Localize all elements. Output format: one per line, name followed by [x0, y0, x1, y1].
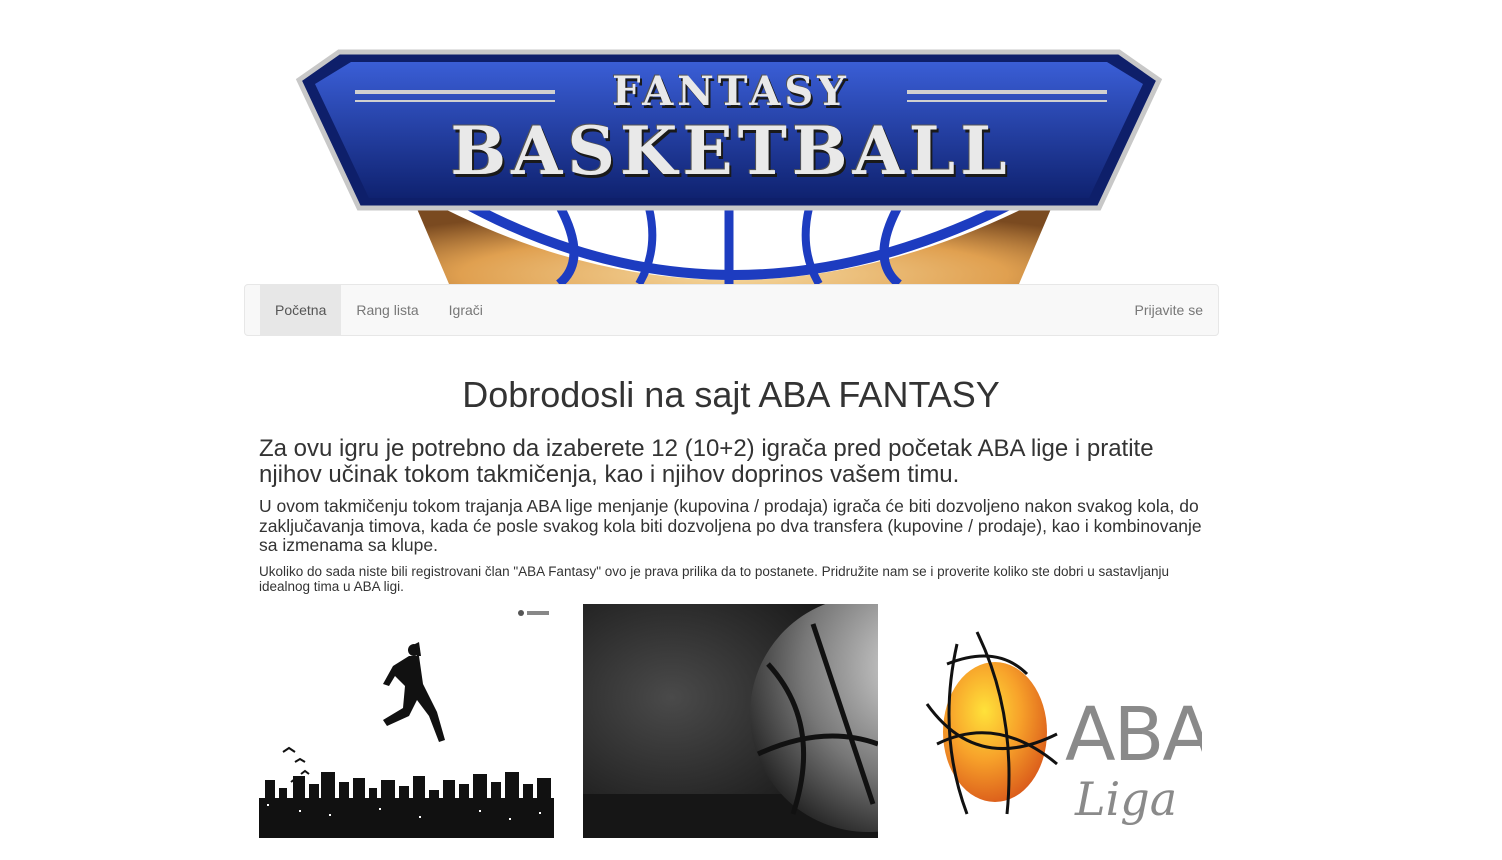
- fantasy-basketball-banner: FANTASY BASKETBALL: [259, 40, 1203, 284]
- jumpman-city-image: [259, 604, 554, 838]
- basketball-closeup-graphic: [583, 604, 878, 838]
- banner-fantasy-text: FANTASY: [612, 68, 850, 115]
- login-link[interactable]: Prijavite se: [1120, 285, 1218, 335]
- intro-large-text: Za ovu igru je potrebno da izaberete 12 …: [259, 435, 1154, 488]
- aba-logo-text: ABA: [1065, 692, 1202, 778]
- dark-basketball-image: [583, 604, 878, 838]
- nav-item-pocetna[interactable]: Početna: [260, 285, 342, 335]
- intro-medium-text: U ovom takmičenju tokom trajanja ABA lig…: [259, 496, 1202, 555]
- nav-right-group: Prijavite se: [1120, 285, 1218, 335]
- jumpman-silhouette-graphic: [259, 610, 554, 838]
- nav-item-igraci[interactable]: Igrači: [434, 285, 498, 335]
- nav-item-rang-lista[interactable]: Rang lista: [341, 285, 433, 335]
- liga-logo-text: Liga: [1075, 772, 1178, 826]
- main-navbar: Početna Rang lista Igrači Prijavite se: [244, 284, 1219, 336]
- nav-left-group: Početna Rang lista Igrači: [260, 285, 498, 335]
- intro-small-text: Ukoliko do sada niste bili registrovani …: [259, 564, 1170, 594]
- banner-basketball-text: BASKETBALL: [450, 112, 1012, 190]
- page-title: Dobrodosli na sajt ABA FANTASY: [462, 374, 1000, 415]
- aba-liga-logo-image: ABA Liga: [907, 604, 1202, 838]
